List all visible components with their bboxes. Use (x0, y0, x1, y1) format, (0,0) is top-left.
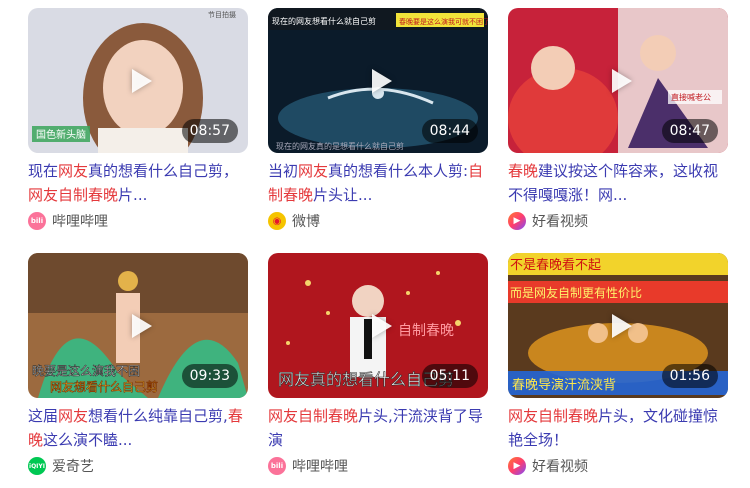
iqiyi-icon: iQIYI (28, 457, 46, 475)
source-name: 哔哩哔哩 (292, 459, 348, 475)
title-text: 这届 (28, 407, 59, 425)
thumb-overlay-text: 不是春晚看不起 (510, 257, 601, 273)
thumb-overlay-text: 现在的网友真的是想看什么就自己剪 (276, 141, 404, 151)
video-card[interactable]: 晚要是这么演我不困 网友想看什么自己剪 09:33 这届网友想看什么纯靠自己剪,… (28, 253, 248, 476)
title-highlight: 自制 (58, 186, 89, 204)
duration-badge: 09:33 (181, 364, 238, 388)
bilibili-icon: bili (28, 212, 46, 230)
thumb-overlay-text: 节目拍摄 (208, 10, 236, 19)
source-name: 好看视频 (532, 214, 588, 230)
play-icon (132, 68, 152, 93)
thumb-overlay-text: 直接喊老公 (671, 92, 711, 102)
title-text: 真的想看什么本人剪: (328, 162, 469, 180)
thumb-overlay-text: 国色新头脑 (36, 128, 86, 141)
video-thumbnail[interactable]: 直接喊老公 08:47 (508, 8, 728, 153)
video-card[interactable]: 现在的网友想看什么就自己剪 春晚要是这么演我可就不困了 现在的网友真的是想看什么… (268, 8, 488, 231)
title-highlight: 春晚 (568, 407, 599, 425)
weibo-icon: ◉ (268, 212, 286, 230)
video-title[interactable]: 网友自制春晚片头，文化碰撞惊艳全场！ (508, 404, 728, 452)
duration-badge: 08:44 (421, 119, 478, 143)
duration-badge: 01:56 (661, 364, 718, 388)
title-text: 当初 (268, 162, 299, 180)
source-name: 微博 (292, 214, 320, 230)
haokan-icon: ▶ (508, 212, 526, 230)
video-thumbnail[interactable]: 晚要是这么演我不困 网友想看什么自己剪 09:33 (28, 253, 248, 398)
thumb-overlay-text: 晚要是这么演我不困 (32, 363, 140, 378)
video-thumbnail[interactable]: 国色新头脑 节目拍摄 08:57 (28, 8, 248, 153)
title-highlight: 网友 (298, 162, 329, 180)
thumb-overlay-text: 春晚要是这么演我可就不困了 (399, 17, 488, 26)
title-text: 片... (118, 186, 148, 204)
video-thumbnail[interactable]: 不是春晚看不起 而是网友自制更有性价比 春晚导演汗流浃背 01:56 (508, 253, 728, 398)
video-card[interactable]: 直接喊老公 08:47 春晚建议按这个阵容来，这收视不得嘎嘎涨！网... ▶ 好… (508, 8, 728, 231)
video-results-grid: 国色新头脑 节目拍摄 08:57 现在网友真的想看什么自己剪，网友自制春晚片..… (0, 0, 750, 488)
video-title[interactable]: 这届网友想看什么纯靠自己剪,春晚这么演不瞌... (28, 404, 248, 452)
source-name: 哔哩哔哩 (52, 214, 108, 230)
bilibili-icon: bili (268, 457, 286, 475)
thumb-overlay-text: 网友想看什么自己剪 (50, 379, 158, 394)
title-highlight: 自制 (538, 407, 569, 425)
video-source[interactable]: ▶ 好看视频 (508, 456, 728, 476)
video-title[interactable]: 网友自制春晚片头,汗流浃背了导演 (268, 404, 488, 452)
title-highlight: 网友 (268, 407, 299, 425)
thumb-overlay-text: 而是网友自制更有性价比 (510, 286, 642, 300)
video-source[interactable]: ▶ 好看视频 (508, 211, 728, 231)
video-source[interactable]: bili 哔哩哔哩 (28, 211, 248, 231)
video-title[interactable]: 现在网友真的想看什么自己剪，网友自制春晚片... (28, 159, 248, 207)
duration-badge: 08:57 (181, 119, 238, 143)
video-source[interactable]: ◉ 微博 (268, 211, 488, 231)
play-icon (132, 313, 152, 338)
video-source[interactable]: bili 哔哩哔哩 (268, 456, 488, 476)
title-text: 建议按这个阵容来，这收视不得嘎嘎涨！网... (508, 162, 719, 204)
title-highlight: 春晚 (328, 407, 359, 425)
duration-badge: 05:11 (421, 364, 478, 388)
source-name: 好看视频 (532, 459, 588, 475)
video-title[interactable]: 春晚建议按这个阵容来，这收视不得嘎嘎涨！网... (508, 159, 728, 207)
title-highlight: 网友 (508, 407, 539, 425)
video-card[interactable]: 不是春晚看不起 而是网友自制更有性价比 春晚导演汗流浃背 01:56 网友自制春… (508, 253, 728, 476)
title-highlight: 网友 (28, 186, 59, 204)
title-highlight: 春晚 (88, 186, 119, 204)
title-highlight: 自制 (298, 407, 329, 425)
video-thumbnail[interactable]: 现在的网友想看什么就自己剪 春晚要是这么演我可就不困了 现在的网友真的是想看什么… (268, 8, 488, 153)
play-icon (612, 68, 632, 93)
title-text: 想看什么纯靠自己剪, (88, 407, 228, 425)
video-title[interactable]: 当初网友真的想看什么本人剪:自制春晚片头让... (268, 159, 488, 207)
title-text: 这么演不瞌... (43, 431, 133, 449)
title-text: 现在 (28, 162, 59, 180)
video-thumbnail[interactable]: 自制春晚 网友真的想看什么自己剪 05:11 (268, 253, 488, 398)
title-highlight: 春晚 (508, 162, 539, 180)
duration-badge: 08:47 (661, 119, 718, 143)
video-source[interactable]: iQIYI 爱奇艺 (28, 456, 248, 476)
source-name: 爱奇艺 (52, 459, 94, 475)
title-text: 片头让... (313, 186, 373, 204)
play-icon (372, 313, 392, 338)
play-icon (372, 68, 392, 93)
thumb-overlay-text: 现在的网友想看什么就自己剪 (272, 16, 376, 26)
title-text: 真的想看什么自己剪， (88, 162, 239, 180)
title-highlight: 网友 (58, 162, 89, 180)
play-icon (612, 313, 632, 338)
thumb-overlay-text: 自制春晚 (398, 323, 454, 339)
title-highlight: 春晚 (283, 186, 314, 204)
haokan-icon: ▶ (508, 457, 526, 475)
title-highlight: 网友 (58, 407, 89, 425)
video-card[interactable]: 国色新头脑 节目拍摄 08:57 现在网友真的想看什么自己剪，网友自制春晚片..… (28, 8, 248, 231)
video-card[interactable]: 自制春晚 网友真的想看什么自己剪 05:11 网友自制春晚片头,汗流浃背了导演 … (268, 253, 488, 476)
thumb-overlay-text: 春晚导演汗流浃背 (512, 377, 616, 393)
